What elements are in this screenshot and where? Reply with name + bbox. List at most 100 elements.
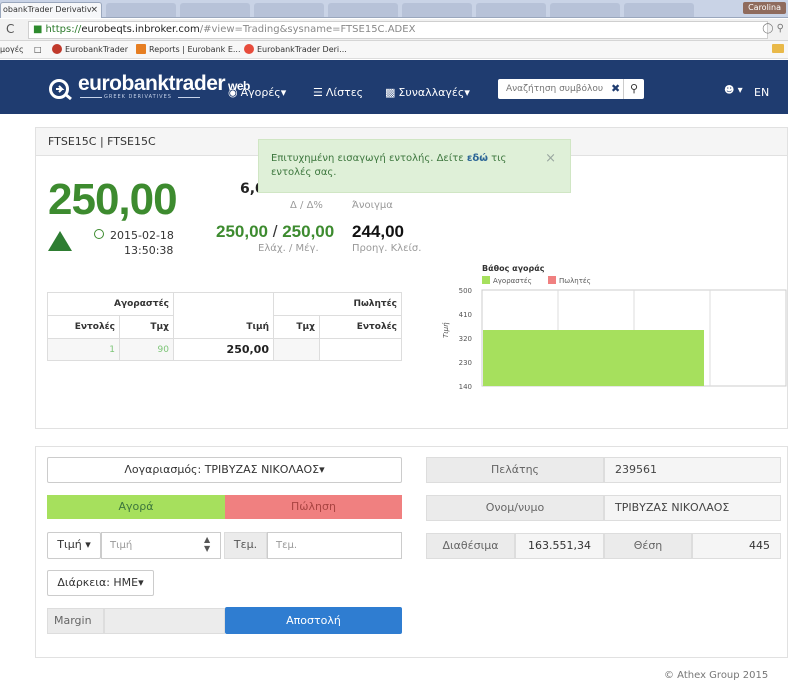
footer-copyright: © Athex Group 2015 <box>664 670 769 681</box>
sell-orders-header: Εντολές <box>319 315 402 339</box>
caret-down-icon: ▾ <box>280 86 287 99</box>
nav-markets[interactable]: ◉ Αγορές▾ <box>228 86 286 99</box>
logo-subtitle: GREEK DERIVATIVES <box>104 94 172 100</box>
buy-orders-cell: 1 <box>47 338 120 361</box>
buyers-header: Αγοραστές <box>47 292 174 316</box>
legend-swatch-buyers <box>482 276 490 284</box>
y-tick-label: 230 <box>459 359 472 367</box>
eurobank-icon <box>52 44 62 54</box>
open-label: Άνοιγμα <box>352 200 393 211</box>
y-tick-label: 500 <box>459 287 472 295</box>
orders-link[interactable]: εδώ <box>467 153 488 164</box>
market-depth-chart: Βάθος αγοράς Αγοραστές Πωλητές Τιμή 140 2… <box>442 264 787 391</box>
bookmark-apps[interactable]: μογές <box>0 41 24 58</box>
globe-icon: ◉ <box>228 86 238 99</box>
y-tick-label: 410 <box>459 311 472 319</box>
nav-transactions[interactable]: ▩ Συναλλαγές▾ <box>385 86 470 99</box>
buy-tab[interactable]: Αγορά <box>47 495 225 519</box>
high-value: 250,00 <box>282 222 335 241</box>
price-type-select[interactable]: Τιμή ▾ <box>47 532 101 559</box>
buy-orders-header: Εντολές <box>47 315 120 339</box>
browser-user-badge[interactable]: Carolina <box>743 2 786 14</box>
margin-field[interactable] <box>104 608 225 634</box>
search-icon[interactable]: ⚲ <box>623 79 644 99</box>
qty-input[interactable]: Τεμ. <box>267 532 402 559</box>
browser-tab[interactable] <box>402 3 472 17</box>
trade-time: 13:50:38 <box>124 244 174 257</box>
browser-tab-active[interactable]: obankTrader Derivativ × <box>0 2 102 18</box>
browser-tab[interactable] <box>476 3 546 17</box>
available-value: 163.551,34 <box>515 533 604 559</box>
sell-orders-cell <box>319 338 402 361</box>
name-value: ΤΡΙΒΥΖΑΣ ΝΙΚΟΛΑΟΣ <box>604 495 781 521</box>
browser-tab[interactable] <box>254 3 324 17</box>
url-path: /#view=Trading&sysname=FTSE15C.ADEX <box>199 24 416 35</box>
sell-tab[interactable]: Πώληση <box>225 495 402 519</box>
alert-close-icon[interactable]: × <box>545 152 556 166</box>
price-stepper-icon[interactable]: ▲ ▼ <box>204 535 210 553</box>
caret-down-icon: ▾ <box>138 576 144 589</box>
zoom-icon[interactable]: ◯ ⚲ <box>762 23 784 34</box>
logo-icon[interactable] <box>48 78 74 100</box>
y-tick-label: 320 <box>459 335 472 343</box>
chart-y-ticks: 140 230 320 410 500 <box>459 287 472 391</box>
client-value: 239561 <box>604 457 781 483</box>
position-label: Θέση <box>604 533 692 559</box>
browser-tab[interactable] <box>624 3 694 17</box>
table-row[interactable]: 1 90 250,00 <box>47 338 402 361</box>
buy-qty-cell: 90 <box>119 338 174 361</box>
symbol-search-input[interactable] <box>500 80 608 97</box>
bookmark-eurobanktrader[interactable]: EurobankTrader <box>52 41 128 58</box>
low-high: 250,00 / 250,00 <box>216 222 334 242</box>
eurobank-icon <box>244 44 254 54</box>
reload-icon[interactable]: C <box>6 22 14 36</box>
trend-up-icon <box>48 231 72 251</box>
caret-down-icon: ▾ <box>464 86 470 99</box>
qty-label: Τεμ. <box>224 532 267 559</box>
bookmarks-bar: μογές □ EurobankTrader Reports | Euroban… <box>0 41 788 59</box>
language-switch[interactable]: EN <box>754 86 769 99</box>
nav-lists[interactable]: ☰ Λίστες <box>313 86 363 99</box>
bookmark-eurobanktrader-deri[interactable]: EurobankTrader Deri... <box>244 41 347 58</box>
chart-title: Βάθος αγοράς <box>482 264 545 273</box>
low-high-label: Ελάχ. / Μέγ. <box>258 243 319 254</box>
last-price: 250,00 <box>48 175 178 224</box>
user-menu-icon[interactable]: ☻ ▾ <box>724 85 743 96</box>
browser-tab[interactable] <box>106 3 176 17</box>
browser-tab-bar: obankTrader Derivativ × Carolina <box>0 0 788 18</box>
logo-divider <box>178 97 200 98</box>
buy-qty-header: Τμχ <box>119 315 174 339</box>
legend-buyers: Αγοραστές <box>493 277 532 285</box>
send-order-button[interactable]: Αποστολή <box>225 607 402 634</box>
available-label: Διαθέσιμα <box>426 533 515 559</box>
bookmarks-folder-icon[interactable] <box>772 44 784 53</box>
caret-down-icon: ▾ <box>85 538 91 551</box>
browser-tab[interactable] <box>180 3 250 17</box>
position-value: 445 <box>692 533 781 559</box>
url-field[interactable]: ■ https://eurobeqts.inbroker.com/#view=Tr… <box>28 21 768 39</box>
legend-sellers: Πωλητές <box>559 277 591 285</box>
price-input[interactable]: Τιμή <box>101 532 221 559</box>
logo-text[interactable]: eurobanktrader web <box>78 72 250 96</box>
browser-tab[interactable] <box>550 3 620 17</box>
client-label: Πελάτης <box>426 457 604 483</box>
prev-close-label: Προηγ. Κλείσ. <box>352 243 422 254</box>
name-label: Ονομ/νυμο <box>426 495 604 521</box>
legend-swatch-sellers <box>548 276 556 284</box>
duration-select[interactable]: Διάρκεια: ΗΜΕ▾ <box>47 570 154 596</box>
bookmark-page-icon[interactable]: □ <box>34 41 42 58</box>
tab-close-icon[interactable]: × <box>90 3 98 17</box>
symbol-search: ✖ ⚲ <box>498 79 644 99</box>
browser-tab[interactable] <box>328 3 398 17</box>
caret-down-icon: ▾ <box>319 463 325 476</box>
bookmark-reports[interactable]: Reports | Eurobank E... <box>136 41 241 58</box>
account-select[interactable]: Λογαριασμός: ΤΡΙΒΥΖΑΣ ΝΙΚΟΛΑΟΣ▾ <box>47 457 402 483</box>
list-icon: ☰ <box>313 86 323 99</box>
clear-search-icon[interactable]: ✖ <box>611 82 620 95</box>
url-host: eurobeqts.inbroker.com <box>81 24 200 35</box>
change-label: Δ / Δ% <box>290 200 323 211</box>
price-header: Τιμή <box>173 315 274 339</box>
depth-bar <box>483 330 704 386</box>
sell-qty-cell <box>273 338 320 361</box>
money-icon: ▩ <box>385 86 396 99</box>
